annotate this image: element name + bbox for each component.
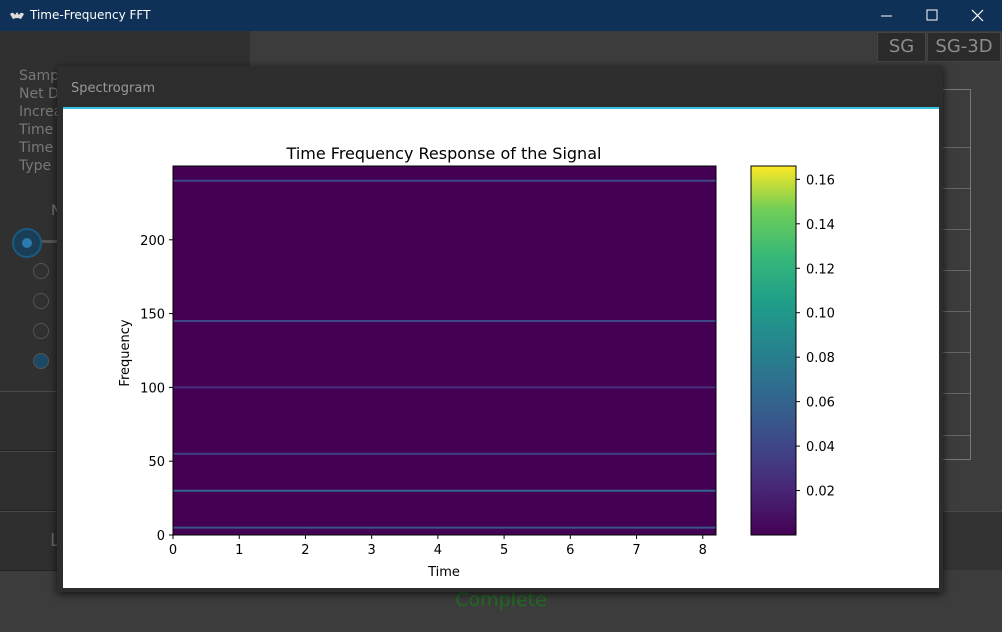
slider-track[interactable] xyxy=(42,240,57,243)
increment-label: Increa xyxy=(19,104,63,120)
x-tick-label: 5 xyxy=(500,543,508,558)
colorbar-tick-label: 0.10 xyxy=(806,307,835,322)
radio-option-3[interactable] xyxy=(33,323,49,339)
graph-gridline xyxy=(940,188,970,189)
time-label-1: Time xyxy=(19,122,54,138)
net-duration-label: Net D xyxy=(19,86,59,102)
title-bar: Time-Frequency FFT xyxy=(0,0,1002,31)
time-label-2: Time xyxy=(19,140,54,156)
colorbar xyxy=(750,165,797,536)
colorbar-tick-label: 0.08 xyxy=(806,351,835,366)
chart-title: Time Frequency Response of the Signal xyxy=(286,144,602,163)
x-tick-label: 6 xyxy=(566,543,574,558)
sampling-label: Samp xyxy=(19,68,59,84)
type-label: Type xyxy=(19,158,52,174)
frequency-band xyxy=(173,319,716,322)
graph-gridline xyxy=(940,229,970,230)
colorbar-tick-label: 0.16 xyxy=(806,173,835,188)
graph-gridline xyxy=(940,147,970,148)
graph-gridline xyxy=(940,270,970,271)
x-tick-label: 2 xyxy=(301,543,309,558)
y-tick-label: 200 xyxy=(140,234,165,249)
radio-option-2[interactable] xyxy=(33,293,49,309)
frequency-band xyxy=(173,526,716,529)
radio-option-1[interactable] xyxy=(33,263,49,279)
graph-gridline xyxy=(940,311,970,312)
kivy-app-icon xyxy=(9,8,25,22)
maximize-button[interactable] xyxy=(909,0,955,31)
y-tick-label: 150 xyxy=(140,308,165,323)
spectrogram-chart: Time Frequency Response of the Signal 0 1… xyxy=(118,144,835,580)
plot-area: Time Frequency Response of the Signal 0 1… xyxy=(63,109,939,588)
maximize-icon xyxy=(926,9,938,21)
colorbar-tick-label: 0.12 xyxy=(806,262,835,277)
x-tick-label: 8 xyxy=(699,543,707,558)
frequency-band xyxy=(173,452,716,455)
sg-3d-button[interactable]: SG-3D xyxy=(927,32,1001,62)
x-axis-label: Time xyxy=(427,565,460,580)
y-tick-label: 0 xyxy=(157,529,165,544)
frequency-band xyxy=(173,489,716,492)
x-tick-label: 7 xyxy=(632,543,640,558)
colorbar-tick-label: 0.06 xyxy=(806,396,835,411)
right-button[interactable] xyxy=(940,511,1002,570)
x-tick-label: 0 xyxy=(169,543,177,558)
window-title: Time-Frequency FFT xyxy=(30,8,151,22)
status-text: Complete xyxy=(455,589,547,611)
x-tick-label: 1 xyxy=(235,543,243,558)
frequency-band xyxy=(173,386,716,389)
y-axis-label: Frequency xyxy=(118,319,133,386)
minimize-icon xyxy=(881,15,892,17)
frequency-band xyxy=(173,179,716,182)
minimize-button[interactable] xyxy=(864,0,910,31)
close-icon xyxy=(971,9,984,22)
sg-button[interactable]: SG xyxy=(877,32,926,62)
popup-title: Spectrogram xyxy=(71,81,155,96)
colorbar-tick-label: 0.04 xyxy=(806,440,835,455)
graph-gridline xyxy=(940,393,970,394)
x-tick-label: 4 xyxy=(434,543,442,558)
graph-gridline xyxy=(940,435,970,436)
background-graph xyxy=(940,89,971,460)
radio-option-4-selected[interactable] xyxy=(33,353,49,369)
spectrogram-popup: Spectrogram Time Frequency Response of t… xyxy=(57,66,943,592)
x-tick-label: 3 xyxy=(368,543,376,558)
y-tick-label: 50 xyxy=(148,455,165,470)
y-tick-label: 100 xyxy=(140,381,165,396)
close-button[interactable] xyxy=(955,0,1001,31)
graph-gridline xyxy=(940,352,970,353)
colorbar-tick-label: 0.02 xyxy=(806,485,835,500)
colorbar-tick-label: 0.14 xyxy=(806,218,835,233)
slider-handle[interactable] xyxy=(12,228,42,258)
heatmap-background xyxy=(172,165,717,536)
